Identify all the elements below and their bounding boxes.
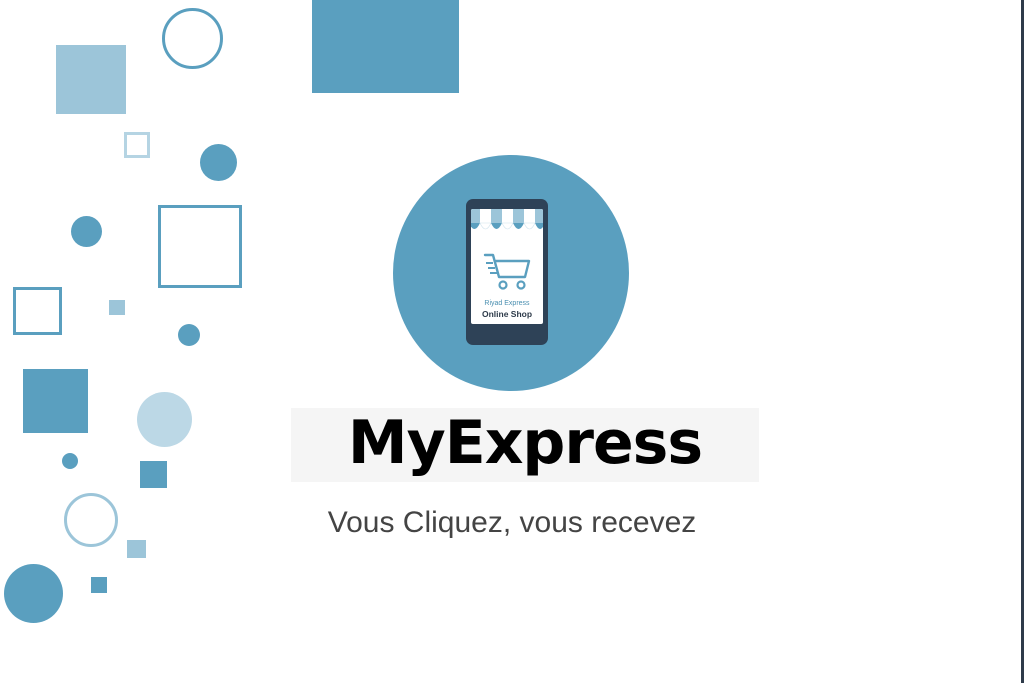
decor-dot (178, 324, 200, 346)
store-name-label: Riyad Express (484, 300, 530, 307)
decor-ring (162, 8, 223, 69)
app-tagline: Vous Cliquez, vous recevez (327, 506, 697, 539)
decor-square (91, 577, 107, 593)
decor-dot (4, 564, 63, 623)
decor-square (140, 461, 167, 488)
decor-square (127, 540, 146, 558)
store-subtitle-label: Online Shop (481, 309, 533, 319)
decor-square-outline (124, 132, 150, 158)
decor-square-outline (13, 287, 62, 335)
decor-dot (137, 392, 192, 447)
decor-dot (71, 216, 102, 247)
shop-awning-icon (471, 209, 543, 230)
phone-screen: Riyad Express Online Shop (471, 209, 543, 324)
decor-dot (62, 453, 78, 469)
app-title: MyExpress (347, 408, 703, 478)
shopping-cart-icon (483, 253, 531, 290)
smartphone-icon: Riyad Express Online Shop (466, 199, 548, 345)
decor-square (56, 45, 126, 114)
decor-square (312, 0, 459, 93)
decor-square (109, 300, 125, 315)
decor-ring (64, 493, 118, 547)
decor-square (23, 369, 88, 433)
title-banner: MyExpress (291, 408, 759, 482)
decor-dot (200, 144, 237, 181)
decor-square-outline (158, 205, 242, 288)
